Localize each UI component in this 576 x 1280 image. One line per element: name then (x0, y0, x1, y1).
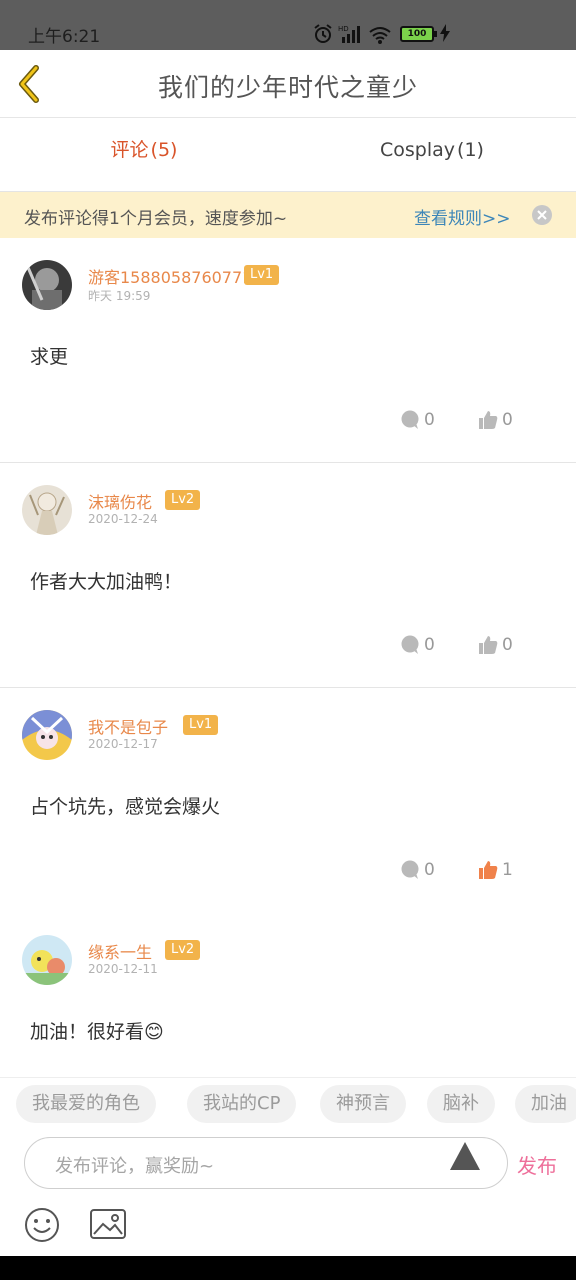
tab-cosplay-label: Cosplay (380, 139, 456, 161)
image-icon[interactable] (90, 1208, 126, 1240)
user-name[interactable]: 游客1588058760771 (88, 264, 252, 288)
tab-comments[interactable]: 评论 (5) (0, 118, 288, 191)
comment-text: 作者大大加油鸭！ (30, 571, 183, 593)
comment-input-placeholder: 发布评论，赢奖励~ (55, 1156, 215, 1177)
quick-tag[interactable]: 我站的CP (187, 1085, 297, 1123)
view-rules-link[interactable]: 查看规则>> (414, 204, 511, 229)
reply-button[interactable]: 0 (400, 860, 435, 880)
quick-tag-bar: 我最爱的角色 我站的CP 神预言 脑补 加油 (0, 1077, 576, 1131)
comment-date: 2020-12-24 (88, 512, 158, 526)
thumbs-up-icon (479, 636, 498, 654)
thumbs-up-icon (479, 861, 498, 879)
quick-tag[interactable]: 加油 (515, 1085, 576, 1123)
comment-item: 我不是包子 Lv1 2020-12-17 占个坑先，感觉会爆火 0 1 (0, 688, 576, 913)
reply-count: 0 (424, 635, 435, 655)
page-title: 我们的少年时代之童少 (157, 73, 418, 102)
avatar[interactable] (22, 710, 72, 760)
reply-button[interactable]: 0 (400, 410, 435, 430)
comment-list: 游客1588058760771 Lv1 昨天 19:59 求更 0 0 沫璃伤花… (0, 238, 576, 1138)
user-name[interactable]: 沫璃伤花 (88, 489, 152, 513)
tab-cosplay[interactable]: Cosplay (1) (288, 118, 576, 191)
wifi-icon (369, 27, 391, 44)
comment-text: 加油！很好看😊 (30, 1021, 164, 1043)
quick-tag[interactable]: 神预言 (320, 1085, 406, 1123)
like-button[interactable]: 0 (478, 635, 513, 655)
battery-indicator: 100 (400, 26, 437, 42)
like-count: 0 (502, 410, 513, 430)
avatar[interactable] (22, 260, 72, 310)
publish-button[interactable]: 发布 (517, 1150, 557, 1179)
svg-text:HD: HD (338, 25, 349, 33)
reply-count: 0 (424, 860, 435, 880)
avatar[interactable] (22, 935, 72, 985)
charging-icon (440, 24, 450, 42)
user-name[interactable]: 缘系一生 (88, 939, 152, 963)
status-time: 上午6:21 (28, 27, 101, 47)
comment-date: 昨天 19:59 (88, 289, 151, 303)
comment-date: 2020-12-17 (88, 737, 158, 751)
comment-item: 沫璃伤花 Lv2 2020-12-24 作者大大加油鸭！ 0 0 (0, 463, 576, 688)
system-nav-bar (0, 1256, 576, 1280)
status-bar: 上午6:21 HD 100 (0, 0, 576, 50)
tab-comments-label: 评论 (110, 139, 149, 161)
level-badge: Lv2 (165, 490, 201, 510)
notice-banner: 发布评论得1个月会员，速度参加~ 查看规则>> (0, 192, 576, 238)
notice-text: 发布评论得1个月会员，速度参加~ (24, 209, 288, 229)
signal-icon: HD (338, 25, 360, 43)
level-badge: Lv2 (165, 940, 201, 960)
thumbs-up-icon (479, 411, 498, 429)
avatar[interactable] (22, 485, 72, 535)
close-circle-icon[interactable] (532, 205, 552, 225)
like-button[interactable]: 0 (478, 410, 513, 430)
comment-text: 占个坑先，感觉会爆火 (30, 796, 221, 818)
header: 我们的少年时代之童少 (0, 50, 576, 118)
emoji-icon[interactable] (24, 1207, 60, 1243)
tab-comments-count: (5) (150, 139, 178, 161)
tab-cosplay-count: (1) (457, 139, 484, 161)
like-count: 1 (502, 860, 513, 880)
reply-count: 0 (424, 410, 435, 430)
alarm-icon (314, 24, 332, 43)
reply-button[interactable]: 0 (400, 635, 435, 655)
comment-item: 游客1588058760771 Lv1 昨天 19:59 求更 0 0 (0, 238, 576, 463)
up-arrow-icon[interactable] (450, 1142, 480, 1170)
reply-bubble-icon (401, 635, 419, 654)
comment-text: 求更 (30, 346, 69, 368)
comment-input[interactable]: 发布评论，赢奖励~ (24, 1137, 508, 1189)
tab-bar: 评论 (5) Cosplay (1) (0, 118, 576, 192)
quick-tag[interactable]: 我最爱的角色 (16, 1085, 156, 1123)
quick-tag[interactable]: 脑补 (427, 1085, 495, 1123)
like-button[interactable]: 1 (478, 860, 513, 880)
level-badge: Lv1 (244, 265, 280, 285)
reply-bubble-icon (401, 860, 419, 879)
user-name[interactable]: 我不是包子 (88, 714, 168, 738)
level-badge: Lv1 (183, 715, 219, 735)
comment-date: 2020-12-11 (88, 962, 158, 976)
reply-bubble-icon (401, 410, 419, 429)
like-count: 0 (502, 635, 513, 655)
